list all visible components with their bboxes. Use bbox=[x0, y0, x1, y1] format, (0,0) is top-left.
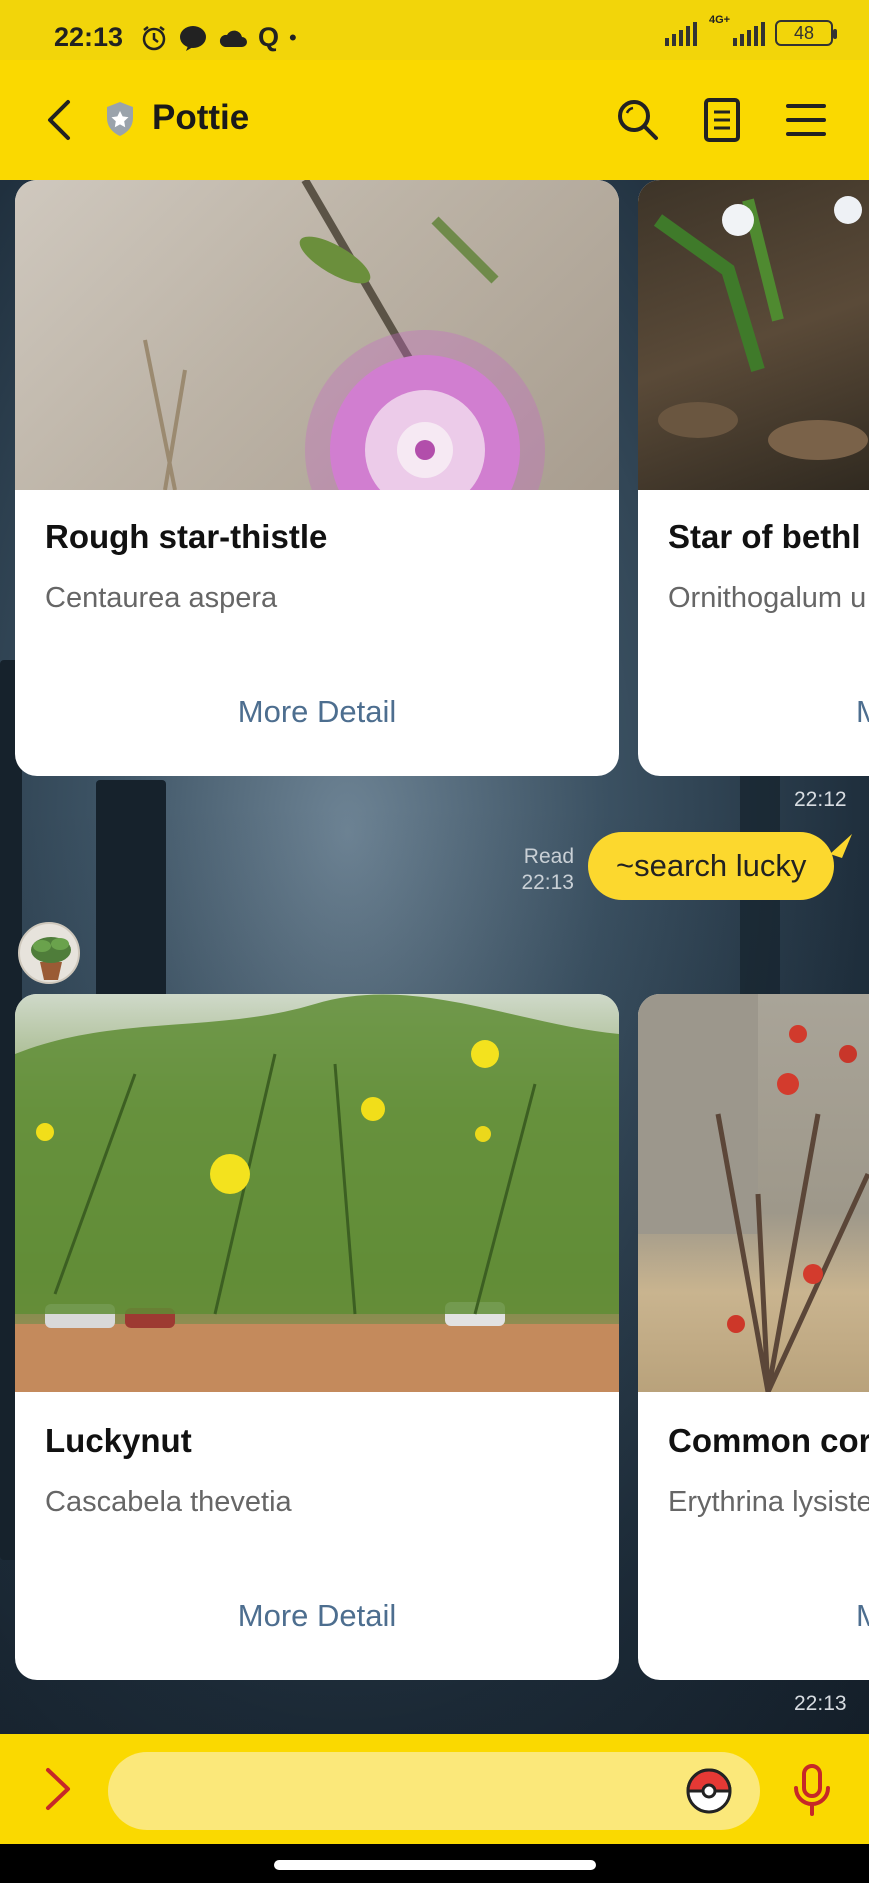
plant-common-name: Common cor bbox=[668, 1422, 869, 1459]
user-message-text: ~search lucky bbox=[616, 848, 807, 883]
microphone-icon[interactable] bbox=[792, 1764, 832, 1816]
plant-card[interactable]: Common cor Erythrina lysiste M bbox=[638, 994, 869, 1680]
plant-card[interactable]: Luckynut Cascabela thevetia More Detail bbox=[15, 994, 619, 1680]
bot-avatar[interactable] bbox=[18, 922, 80, 984]
message-input[interactable] bbox=[108, 1752, 760, 1830]
q-app-icon: Q bbox=[258, 22, 280, 52]
more-detail-button[interactable]: M bbox=[856, 694, 869, 730]
pokeball-icon[interactable] bbox=[686, 1768, 732, 1814]
luckynut-shrub-image bbox=[15, 994, 619, 1392]
signal-4g-icon: 4G+ bbox=[707, 14, 765, 46]
battery-level: 48 bbox=[793, 23, 815, 43]
home-indicator[interactable] bbox=[274, 1860, 596, 1870]
plant-scientific-name: Erythrina lysiste bbox=[668, 1486, 869, 1518]
more-detail-button[interactable]: M bbox=[856, 1598, 869, 1634]
status-icons: Q • bbox=[140, 22, 297, 53]
chat-header: Pottie bbox=[0, 60, 869, 180]
plant-scientific-name: Ornithogalum u bbox=[668, 582, 867, 614]
cloud-icon bbox=[219, 30, 247, 47]
search-icon[interactable] bbox=[614, 96, 662, 144]
coral-tree-image bbox=[638, 994, 869, 1392]
message-time: 22:12 bbox=[794, 788, 847, 811]
network-label: 4G+ bbox=[709, 14, 731, 26]
line-app-icon bbox=[180, 25, 206, 51]
plant-scientific-name: Cascabela thevetia bbox=[45, 1486, 292, 1518]
plant-photo bbox=[638, 180, 869, 490]
status-time: 22:13 bbox=[54, 22, 124, 52]
thistle-flower-image bbox=[143, 180, 545, 490]
back-arrow-icon[interactable] bbox=[40, 96, 80, 144]
plant-scientific-name: Centaurea aspera bbox=[45, 582, 278, 614]
star-of-bethlehem-image bbox=[653, 196, 868, 460]
notes-icon[interactable] bbox=[698, 96, 746, 144]
message-time: 22:13 bbox=[794, 1692, 847, 1715]
more-detail-button[interactable]: More Detail bbox=[15, 694, 619, 730]
plant-photo bbox=[15, 994, 619, 1392]
read-receipt: Read 22:13 bbox=[508, 844, 574, 896]
plant-common-name: Star of bethl bbox=[668, 518, 861, 555]
more-detail-button[interactable]: More Detail bbox=[15, 1598, 619, 1634]
battery-icon: 48 bbox=[775, 20, 837, 46]
plant-common-name: Luckynut bbox=[45, 1422, 192, 1459]
plant-photo bbox=[638, 994, 869, 1392]
plant-card[interactable]: Rough star-thistle Centaurea aspera More… bbox=[15, 180, 619, 776]
read-label: Read bbox=[523, 845, 574, 868]
system-nav-bar bbox=[0, 1844, 869, 1883]
dot-icon: • bbox=[289, 24, 297, 50]
user-message-bubble[interactable]: ~search lucky bbox=[588, 832, 835, 900]
status-bar: 22:13 Q • 4G+ 48 bbox=[0, 0, 869, 60]
plant-common-name: Rough star-thistle bbox=[45, 518, 328, 555]
bubble-tail bbox=[830, 834, 852, 858]
expand-arrow-icon[interactable] bbox=[42, 1766, 74, 1812]
status-right: 4G+ 48 bbox=[665, 14, 837, 46]
input-bar bbox=[0, 1734, 869, 1844]
plant-photo bbox=[15, 180, 619, 490]
read-time: 22:13 bbox=[521, 871, 574, 894]
shield-icon bbox=[107, 102, 133, 136]
alarm-icon bbox=[142, 25, 166, 50]
chat-title[interactable]: Pottie bbox=[152, 98, 249, 138]
signal-icon bbox=[665, 20, 697, 46]
menu-icon[interactable] bbox=[782, 96, 830, 144]
plant-card[interactable]: Star of bethl Ornithogalum u M bbox=[638, 180, 869, 776]
